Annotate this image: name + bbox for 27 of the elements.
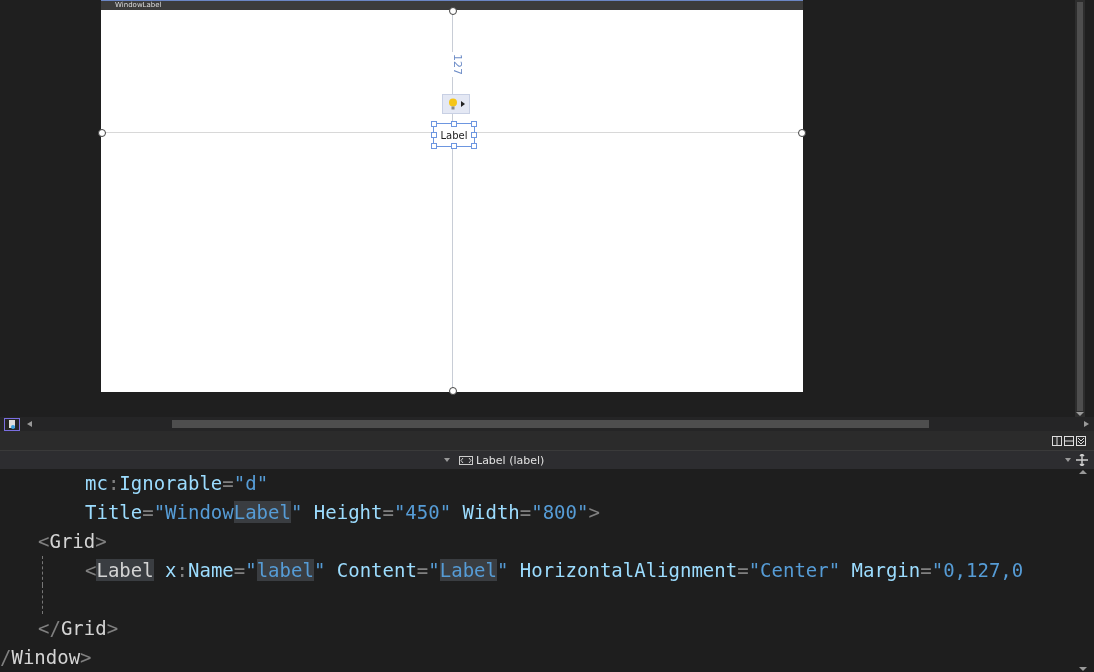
collapse-pane-icon[interactable]: [1076, 435, 1086, 446]
split-vertical-icon[interactable]: [1052, 435, 1062, 446]
scroll-left-icon[interactable]: [26, 421, 34, 428]
code-line: Title="WindowLabel" Height="450" Width="800">: [85, 501, 600, 523]
margin-reading: 127: [451, 52, 464, 77]
code-line: mc:Ignorable="d": [85, 472, 269, 494]
code-line: <Grid>: [38, 530, 107, 552]
quick-actions-button[interactable]: [442, 94, 470, 114]
dropdown-icon[interactable]: [1064, 457, 1072, 464]
code-line: <Label x:Name="label" Content="Label" HorizontalAlignment="Center" Margin="0,127,0: [85, 559, 1024, 581]
anchor-icon[interactable]: [798, 129, 806, 137]
anchor-icon[interactable]: [449, 7, 457, 15]
label-control[interactable]: Label: [433, 123, 475, 147]
scroll-right-icon[interactable]: [1082, 421, 1090, 428]
code-line: </Grid>: [38, 617, 119, 639]
code-line: /Window>: [0, 646, 92, 668]
document-icon[interactable]: [4, 417, 20, 431]
element-selector[interactable]: Label (label): [476, 453, 545, 467]
element-icon: [459, 455, 473, 465]
caret-icon: [460, 101, 465, 107]
split-horizontal-icon[interactable]: [1064, 435, 1074, 446]
anchor-icon[interactable]: [449, 387, 457, 395]
scroll-down-icon[interactable]: [1079, 666, 1087, 672]
move-icon[interactable]: [1076, 454, 1088, 467]
dropdown-icon[interactable]: [443, 457, 451, 464]
lightbulb-icon: [447, 98, 458, 110]
anchor-icon[interactable]: [98, 129, 106, 137]
